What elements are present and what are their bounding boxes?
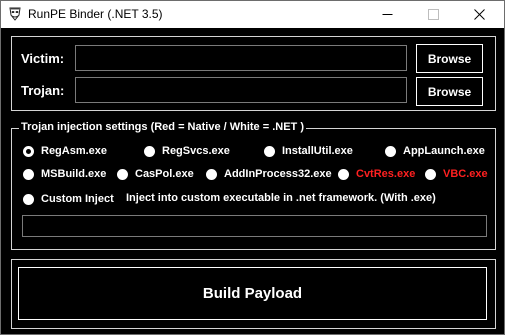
radio-dot [117, 168, 128, 180]
radio-label: AppLaunch.exe [403, 145, 485, 157]
close-button[interactable] [457, 1, 503, 28]
radio-addinprocess32[interactable]: AddInProcess32.exe [206, 166, 332, 182]
radio-vbc[interactable]: VBC.exe [425, 166, 488, 182]
custom-executable-input[interactable] [22, 215, 487, 237]
build-payload-button[interactable]: Build Payload [18, 267, 487, 320]
radio-dot [385, 145, 396, 157]
radio-label: AddInProcess32.exe [224, 168, 332, 180]
radio-label: MSBuild.exe [41, 168, 107, 180]
radio-dot [338, 168, 349, 180]
injection-settings-legend: Trojan injection settings (Red = Native … [19, 121, 306, 133]
radio-label: Custom Inject [41, 193, 114, 205]
radio-dot [23, 168, 34, 180]
trojan-label: Trojan: [21, 83, 65, 98]
radio-label: InstallUtil.exe [282, 145, 353, 157]
radio-regasm[interactable]: RegAsm.exe [23, 143, 107, 159]
radio-label: RegSvcs.exe [162, 145, 230, 157]
radio-caspol[interactable]: CasPol.exe [117, 166, 194, 182]
custom-inject-description: Inject into custom executable in .net fr… [126, 192, 436, 204]
victim-browse-button[interactable]: Browse [416, 44, 483, 73]
radio-regsvcs[interactable]: RegSvcs.exe [144, 143, 230, 159]
window-title: RunPE Binder (.NET 3.5) [28, 7, 163, 21]
radio-applaunch[interactable]: AppLaunch.exe [385, 143, 485, 159]
app-icon [7, 6, 23, 22]
trojan-browse-button[interactable]: Browse [416, 77, 483, 106]
radio-dot [23, 193, 34, 205]
radio-custom-inject[interactable]: Custom Inject [23, 191, 114, 207]
radio-dot [144, 145, 155, 157]
file-selection-panel: Victim: Browse Trojan: Browse [11, 36, 496, 111]
radio-msbuild[interactable]: MSBuild.exe [23, 166, 106, 182]
radio-dot [23, 145, 34, 157]
victim-path-input[interactable] [75, 45, 407, 71]
radio-dot [425, 168, 436, 180]
trojan-path-input[interactable] [75, 77, 407, 103]
radio-dot [206, 168, 217, 180]
build-panel: Build Payload [11, 259, 496, 329]
radio-label: CvtRes.exe [356, 168, 416, 180]
minimize-button[interactable] [365, 1, 411, 28]
injection-settings-group: Trojan injection settings (Red = Native … [11, 121, 496, 250]
radio-cvtres[interactable]: CvtRes.exe [338, 166, 415, 182]
radio-dot [264, 145, 275, 157]
app-window: RunPE Binder (.NET 3.5) Victim: Browse T… [0, 0, 505, 335]
radio-installutil[interactable]: InstallUtil.exe [264, 143, 353, 159]
minimize-icon [382, 14, 393, 15]
radio-label: RegAsm.exe [41, 145, 108, 157]
maximize-button[interactable] [411, 1, 457, 28]
radio-label: VBC.exe [443, 168, 488, 180]
title-bar[interactable]: RunPE Binder (.NET 3.5) [1, 1, 504, 28]
victim-label: Victim: [21, 51, 65, 66]
radio-label: CasPol.exe [135, 168, 194, 180]
close-icon [474, 9, 485, 20]
maximize-icon [428, 9, 439, 20]
